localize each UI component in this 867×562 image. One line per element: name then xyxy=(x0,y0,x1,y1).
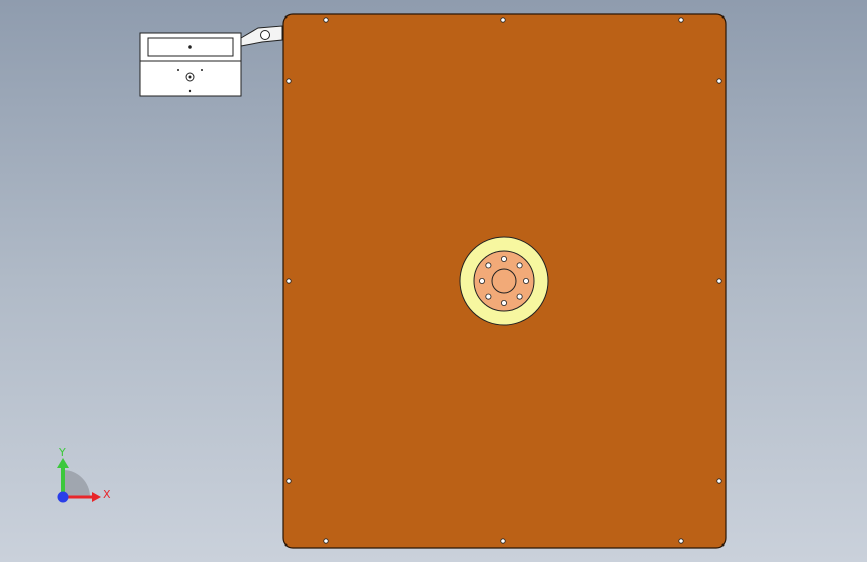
x-axis-label: X xyxy=(103,488,111,501)
flange-bolt-hole xyxy=(485,262,492,269)
flange-bolt-hole xyxy=(485,293,492,300)
mounting-hole xyxy=(678,17,684,23)
mounting-hole xyxy=(323,538,329,544)
flange-bolt-hole xyxy=(500,299,507,306)
mounting-hole xyxy=(716,278,722,284)
mounting-hole xyxy=(286,78,292,84)
flange-icon[interactable] xyxy=(459,236,549,326)
flange-bolt-hole xyxy=(478,277,485,284)
cad-viewport[interactable]: Y X xyxy=(0,0,867,562)
mounting-hole xyxy=(716,478,722,484)
y-axis-label: Y xyxy=(58,446,66,459)
mounting-hole xyxy=(716,78,722,84)
mounting-hole xyxy=(500,17,506,23)
flange-bolt-hole xyxy=(523,277,530,284)
mounting-hole xyxy=(678,538,684,544)
mounting-hole xyxy=(286,278,292,284)
mounting-hole xyxy=(286,478,292,484)
flange-bolt-hole xyxy=(500,255,507,262)
flange-bolt-hole xyxy=(516,293,523,300)
mounting-hole xyxy=(323,17,329,23)
flange-bolt-hole xyxy=(516,262,523,269)
mounting-hole xyxy=(500,538,506,544)
